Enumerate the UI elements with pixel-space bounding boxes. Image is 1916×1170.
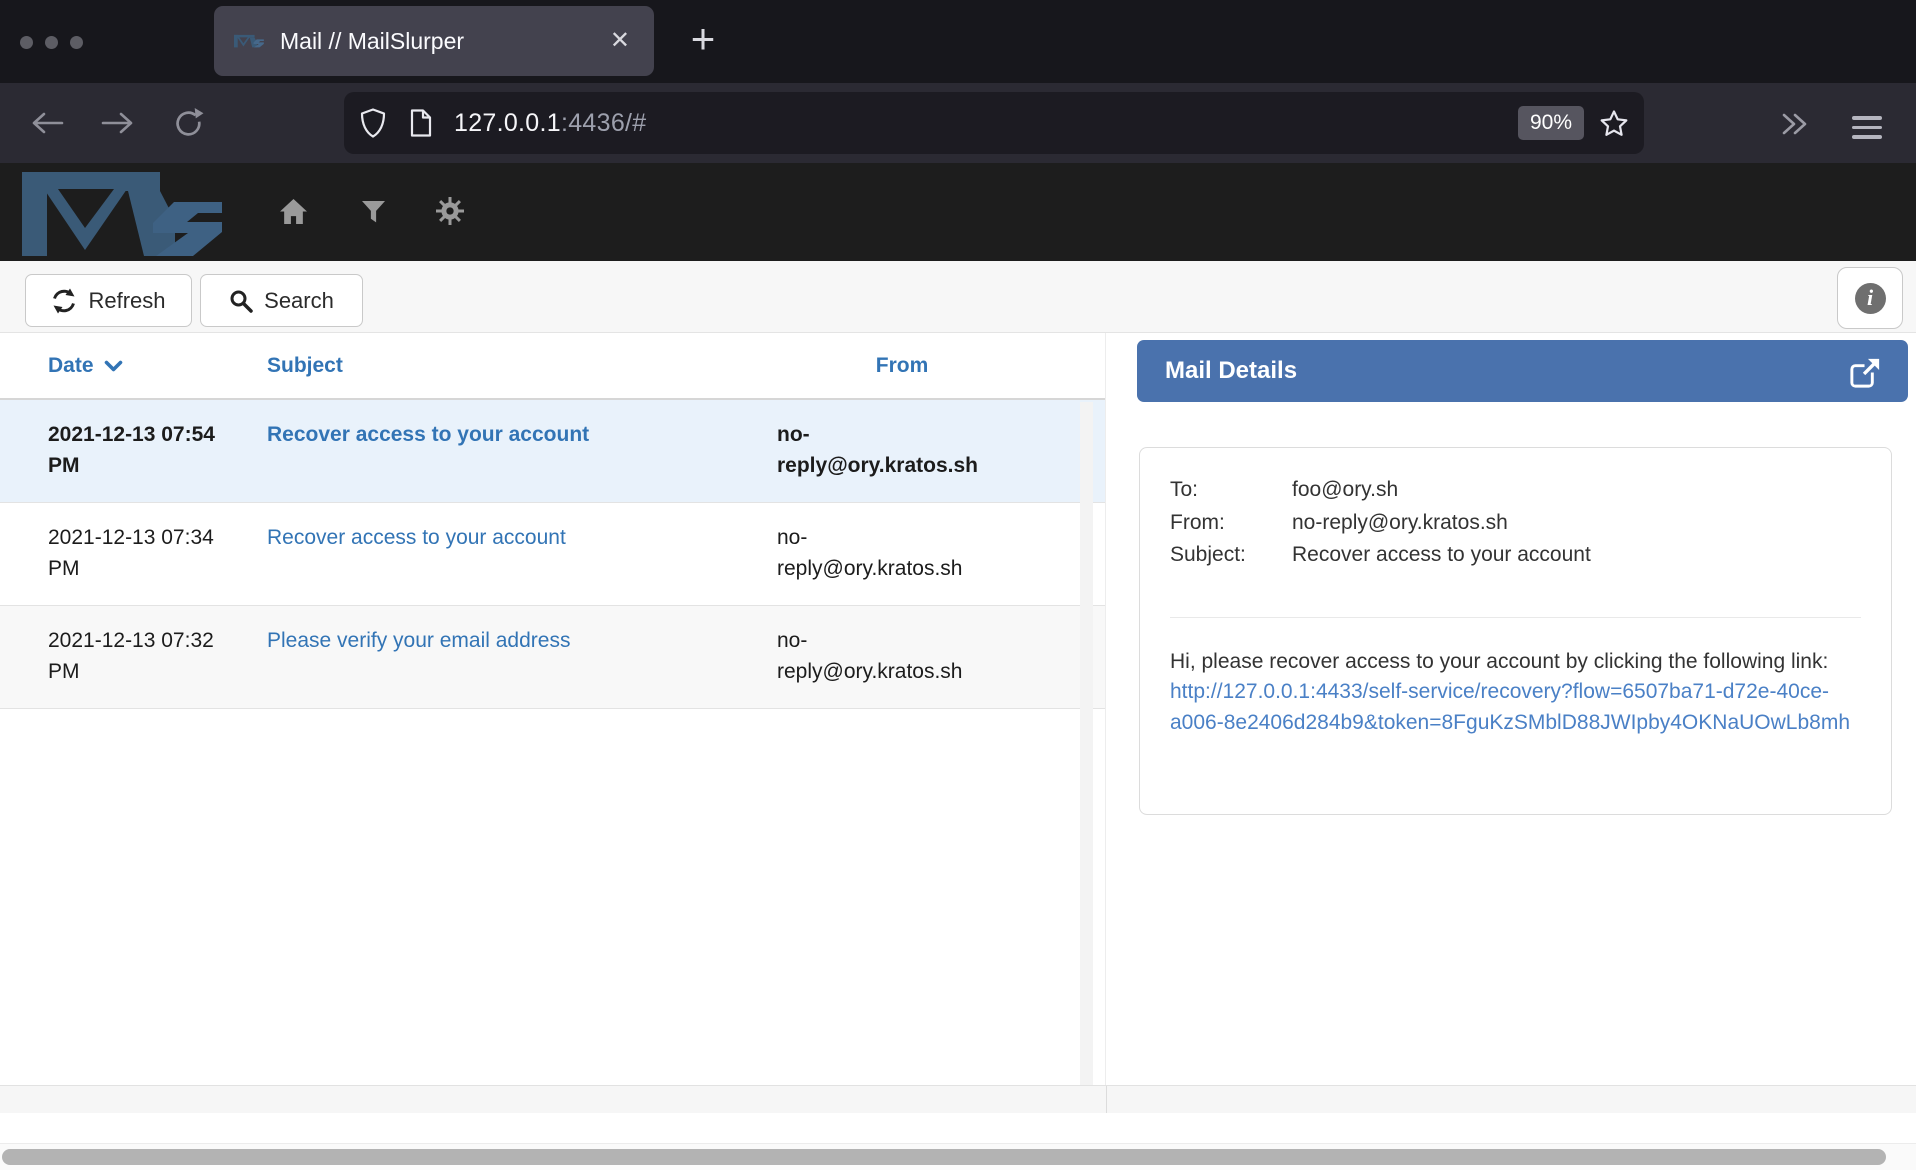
sort-desc-icon xyxy=(104,360,123,372)
browser-tab-bar: Mail // MailSlurper ✕ + xyxy=(0,0,1916,83)
to-label: To: xyxy=(1170,474,1292,506)
mail-row-from: no-reply@ory.kratos.sh xyxy=(777,606,1027,708)
mail-row-subject-link[interactable]: Please verify your email address xyxy=(267,606,777,708)
url-host: 127.0.0.1 xyxy=(454,109,561,137)
filter-icon[interactable] xyxy=(362,201,385,224)
mail-row-from: no-reply@ory.kratos.sh xyxy=(777,503,1027,605)
from-label: From: xyxy=(1170,507,1292,539)
column-header-date[interactable]: Date xyxy=(0,354,267,378)
recovery-link[interactable]: http://127.0.0.1:4433/self-service/recov… xyxy=(1170,680,1850,734)
bookmark-star-icon[interactable] xyxy=(1600,110,1628,137)
mail-details-card: To: foo@ory.sh From: no-reply@ory.kratos… xyxy=(1139,447,1892,815)
mail-row[interactable]: 2021-12-13 07:34 PM Recover access to yo… xyxy=(0,503,1105,606)
mail-details-header: Mail Details xyxy=(1137,340,1908,402)
search-icon xyxy=(229,289,253,313)
browser-nav-bar: 127.0.0.1:4436/# 90% xyxy=(0,83,1916,163)
window-dot-icon[interactable] xyxy=(70,36,83,49)
subject-value: Recover access to your account xyxy=(1292,539,1861,571)
url-bar[interactable]: 127.0.0.1:4436/# 90% xyxy=(344,92,1644,154)
mail-list-panel: Date Subject From 2021-12-13 07:54 PM Re… xyxy=(0,333,1106,1085)
horizontal-scrollbar-thumb[interactable] xyxy=(2,1149,1886,1165)
search-label: Search xyxy=(264,288,334,314)
overflow-chevrons-icon[interactable] xyxy=(1778,111,1812,137)
panel-divider xyxy=(1106,1086,1107,1113)
page-bottom-area xyxy=(0,1113,1916,1143)
app-header xyxy=(0,163,1916,261)
mailslurper-logo xyxy=(22,168,223,258)
horizontal-scrollbar[interactable] xyxy=(0,1143,1916,1170)
info-icon: i xyxy=(1855,283,1886,314)
info-button[interactable]: i xyxy=(1837,267,1903,329)
main-content: Date Subject From 2021-12-13 07:54 PM Re… xyxy=(0,333,1916,1085)
forward-icon[interactable] xyxy=(100,110,136,136)
window-controls[interactable] xyxy=(20,36,83,49)
tab-title: Mail // MailSlurper xyxy=(280,28,606,55)
refresh-label: Refresh xyxy=(88,288,165,314)
subject-label: Subject: xyxy=(1170,539,1292,571)
menu-hamburger-icon[interactable] xyxy=(1852,116,1882,139)
tab-close-icon[interactable]: ✕ xyxy=(606,25,634,57)
shield-icon[interactable] xyxy=(360,108,386,138)
refresh-icon xyxy=(51,288,77,314)
url-text[interactable]: 127.0.0.1:4436/# xyxy=(454,109,646,138)
new-tab-button[interactable]: + xyxy=(676,14,730,68)
card-divider xyxy=(1170,617,1861,618)
search-button[interactable]: Search xyxy=(200,274,363,327)
settings-gear-icon[interactable] xyxy=(436,197,464,225)
open-external-icon[interactable] xyxy=(1847,353,1884,390)
mail-details-fields: To: foo@ory.sh From: no-reply@ory.kratos… xyxy=(1170,474,1861,571)
mail-row[interactable]: 2021-12-13 07:32 PM Please verify your e… xyxy=(0,606,1105,709)
from-value: no-reply@ory.kratos.sh xyxy=(1292,507,1861,539)
refresh-button[interactable]: Refresh xyxy=(25,274,192,327)
mail-row-date: 2021-12-13 07:32 PM xyxy=(0,606,267,708)
mail-row-subject-link[interactable]: Recover access to your account xyxy=(267,400,777,502)
home-icon[interactable] xyxy=(280,199,307,224)
back-icon[interactable] xyxy=(29,110,65,136)
mail-row[interactable]: 2021-12-13 07:54 PM Recover access to yo… xyxy=(0,400,1105,503)
mail-row-from: no-reply@ory.kratos.sh xyxy=(777,400,1027,502)
mailslurper-favicon-icon xyxy=(234,34,264,48)
mail-body-text: Hi, please recover access to your accoun… xyxy=(1170,650,1828,673)
mail-row-subject-link[interactable]: Recover access to your account xyxy=(267,503,777,605)
browser-tab[interactable]: Mail // MailSlurper ✕ xyxy=(214,6,654,76)
app-toolbar: Refresh Search i xyxy=(0,261,1916,333)
mail-body: Hi, please recover access to your accoun… xyxy=(1170,647,1861,739)
mail-details-title: Mail Details xyxy=(1165,357,1847,385)
mail-row-date: 2021-12-13 07:54 PM xyxy=(0,400,267,502)
zoom-level-badge[interactable]: 90% xyxy=(1518,106,1584,140)
column-header-from[interactable]: From xyxy=(777,354,1027,378)
reload-icon[interactable] xyxy=(173,107,204,138)
window-dot-icon[interactable] xyxy=(45,36,58,49)
mail-list-header: Date Subject From xyxy=(0,333,1105,400)
panel-footer-strip xyxy=(0,1085,1916,1113)
page-info-icon[interactable] xyxy=(410,109,432,137)
mail-list-scrollbar-track[interactable] xyxy=(1080,402,1093,1085)
window-dot-icon[interactable] xyxy=(20,36,33,49)
mail-row-date: 2021-12-13 07:34 PM xyxy=(0,503,267,605)
to-value: foo@ory.sh xyxy=(1292,474,1861,506)
column-header-subject[interactable]: Subject xyxy=(267,354,777,378)
mail-details-panel: Mail Details To: foo@ory.sh From: no-rep… xyxy=(1137,333,1908,1085)
url-path: :4436/# xyxy=(561,109,647,137)
